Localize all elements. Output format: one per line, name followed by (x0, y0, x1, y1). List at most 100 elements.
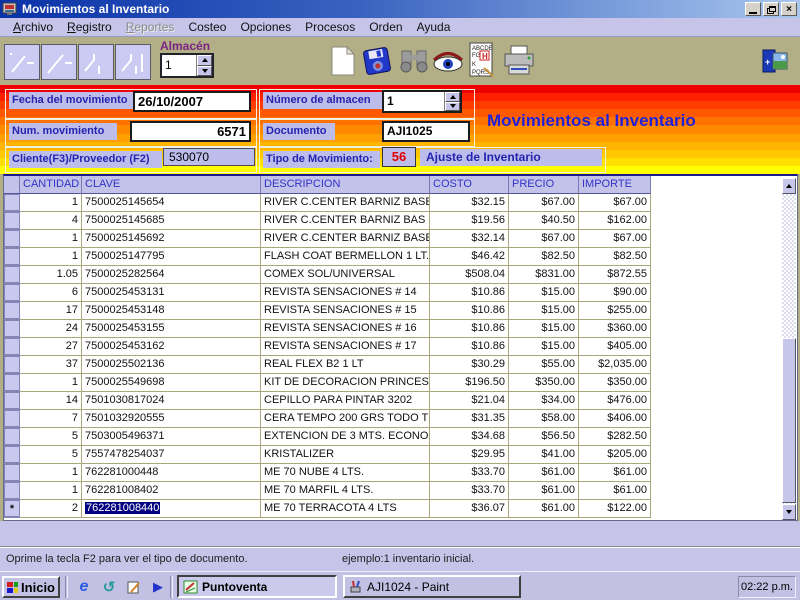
cell-cantidad[interactable]: 27 (20, 338, 82, 356)
cell-clave[interactable]: 7500025145654 (82, 194, 261, 212)
cell-clave[interactable]: 7500025145692 (82, 230, 261, 248)
cell-precio[interactable]: $350.00 (509, 374, 579, 392)
cell-clave[interactable]: 7500025502136 (82, 356, 261, 374)
row-selector[interactable] (4, 302, 20, 320)
print-button[interactable] (502, 44, 536, 79)
cell-importe[interactable]: $282.50 (579, 428, 651, 446)
cell-descripcion[interactable]: KIT DE DECORACION PRINCESS (261, 374, 430, 392)
cell-costo[interactable]: $33.70 (430, 482, 509, 500)
cell-costo[interactable]: $33.70 (430, 464, 509, 482)
cell-clave[interactable]: 762281008440 (82, 500, 261, 518)
nav-next-button[interactable] (78, 44, 114, 80)
scroll-up-button[interactable] (782, 178, 796, 194)
tipo-movimiento-code[interactable]: 56 (382, 147, 416, 167)
cell-importe[interactable]: $61.00 (579, 482, 651, 500)
row-selector[interactable] (4, 230, 20, 248)
cell-precio[interactable]: $67.00 (509, 230, 579, 248)
cell-descripcion[interactable]: CEPILLO PARA PINTAR 3202 (261, 392, 430, 410)
start-button[interactable]: Inicio (2, 576, 60, 598)
cell-precio[interactable]: $34.00 (509, 392, 579, 410)
numero-almacen-spin-up[interactable] (445, 92, 460, 102)
cell-precio[interactable]: $56.50 (509, 428, 579, 446)
cell-costo[interactable]: $10.86 (430, 338, 509, 356)
row-selector[interactable] (4, 428, 20, 446)
row-selector[interactable] (4, 392, 20, 410)
cell-precio[interactable]: $61.00 (509, 464, 579, 482)
cell-importe[interactable]: $61.00 (579, 464, 651, 482)
menu-item-orden[interactable]: Orden (362, 19, 409, 35)
row-selector[interactable] (4, 482, 20, 500)
view-button[interactable] (431, 51, 465, 76)
cell-precio[interactable]: $15.00 (509, 320, 579, 338)
cell-clave[interactable]: 7503005496371 (82, 428, 261, 446)
document-types-button[interactable]: ABCDE FG H K PQRS (469, 42, 495, 81)
internet-explorer-icon[interactable]: e (74, 578, 94, 596)
cell-importe[interactable]: $205.00 (579, 446, 651, 464)
cell-precio[interactable]: $15.00 (509, 284, 579, 302)
cell-descripcion[interactable]: KRISTALIZER (261, 446, 430, 464)
cell-importe[interactable]: $360.00 (579, 320, 651, 338)
cell-clave[interactable]: 7500025453162 (82, 338, 261, 356)
almacen-spin-down[interactable] (197, 65, 212, 76)
cell-importe[interactable]: $872.55 (579, 266, 651, 284)
fecha-input[interactable]: 26/10/2007 (133, 91, 251, 112)
cell-descripcion[interactable]: EXTENCION DE 3 MTS. ECONOMICA (261, 428, 430, 446)
row-selector[interactable] (4, 374, 20, 392)
horizontal-scroll-area[interactable] (0, 521, 800, 546)
cell-cantidad[interactable]: 24 (20, 320, 82, 338)
cell-clave[interactable]: 7501032920555 (82, 410, 261, 428)
cell-clave[interactable]: 7500025145685 (82, 212, 261, 230)
row-selector[interactable] (4, 356, 20, 374)
cell-clave[interactable]: 7501030817024 (82, 392, 261, 410)
row-selector[interactable] (4, 284, 20, 302)
menu-item-ayuda[interactable]: Ayuda (410, 19, 458, 35)
cell-clave[interactable]: 762281000448 (82, 464, 261, 482)
cliente-proveedor-input[interactable]: 530070 (163, 148, 255, 166)
refresh-swirl-icon[interactable]: ↺ (99, 578, 119, 596)
row-selector[interactable] (4, 446, 20, 464)
save-button[interactable] (361, 45, 393, 80)
document-edit-icon[interactable] (124, 578, 144, 596)
cell-clave[interactable]: 7500025453148 (82, 302, 261, 320)
cell-importe[interactable]: $122.00 (579, 500, 651, 518)
cell-clave[interactable]: 762281008402 (82, 482, 261, 500)
row-selector[interactable] (4, 212, 20, 230)
cell-importe[interactable]: $90.00 (579, 284, 651, 302)
cell-precio[interactable]: $15.00 (509, 338, 579, 356)
menu-item-opciones[interactable]: Opciones (233, 19, 298, 35)
cell-cantidad[interactable]: 17 (20, 302, 82, 320)
cell-costo[interactable]: $196.50 (430, 374, 509, 392)
cell-costo[interactable]: $32.14 (430, 230, 509, 248)
cell-importe[interactable]: $406.00 (579, 410, 651, 428)
cell-importe[interactable]: $255.00 (579, 302, 651, 320)
cell-cantidad[interactable]: 1 (20, 482, 82, 500)
cell-importe[interactable]: $350.00 (579, 374, 651, 392)
numero-almacen-spin-down[interactable] (445, 101, 460, 111)
menu-item-archivo[interactable]: Archivo (6, 19, 60, 35)
row-selector[interactable] (4, 464, 20, 482)
cell-cantidad[interactable]: 14 (20, 392, 82, 410)
row-selector-new-record[interactable]: * (4, 500, 20, 518)
cell-descripcion[interactable]: REAL FLEX B2 1 LT (261, 356, 430, 374)
media-player-icon[interactable]: ▶ (148, 578, 168, 596)
menu-item-costeo[interactable]: Costeo (181, 19, 233, 35)
numero-almacen-input[interactable]: 1 (382, 90, 462, 113)
row-selector[interactable] (4, 266, 20, 284)
row-selector[interactable] (4, 248, 20, 266)
cell-importe[interactable]: $405.00 (579, 338, 651, 356)
num-movimiento-input[interactable]: 6571 (130, 121, 251, 142)
cell-cantidad[interactable]: 4 (20, 212, 82, 230)
cell-precio[interactable]: $41.00 (509, 446, 579, 464)
cell-costo[interactable]: $19.56 (430, 212, 509, 230)
cell-descripcion[interactable]: RIVER C.CENTER BARNIZ BAS ROJA (261, 212, 430, 230)
minimize-button[interactable] (745, 2, 761, 16)
cell-precio[interactable]: $55.00 (509, 356, 579, 374)
cell-clave[interactable]: 7557478254037 (82, 446, 261, 464)
cell-importe[interactable]: $2,035.00 (579, 356, 651, 374)
new-document-button[interactable] (330, 45, 356, 80)
task-puntoventa[interactable]: Puntoventa (177, 575, 337, 598)
cell-importe[interactable]: $67.00 (579, 230, 651, 248)
cell-costo[interactable]: $29.95 (430, 446, 509, 464)
row-selector[interactable] (4, 338, 20, 356)
cell-descripcion[interactable]: COMEX SOL/UNIVERSAL (261, 266, 430, 284)
